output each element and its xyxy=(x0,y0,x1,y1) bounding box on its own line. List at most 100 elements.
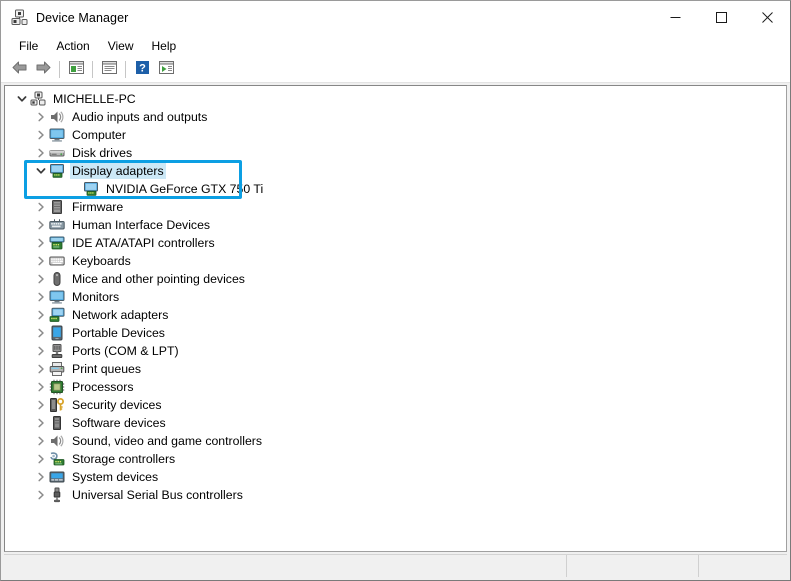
tree-node[interactable]: Print queues xyxy=(5,360,786,378)
tree-node[interactable]: Network adapters xyxy=(5,306,786,324)
tree-node[interactable]: IDE ATA/ATAPI controllers xyxy=(5,234,786,252)
chevron-right-icon[interactable] xyxy=(33,450,49,468)
firmware-icon xyxy=(49,199,65,215)
menu-action[interactable]: Action xyxy=(47,37,98,55)
toolbar-separator xyxy=(92,61,93,78)
tree-node-label: NVIDIA GeForce GTX 750 Ti xyxy=(106,182,264,196)
tree-node-label: MICHELLE-PC xyxy=(53,92,136,106)
menu-help[interactable]: Help xyxy=(143,37,186,55)
tree-node-label: Computer xyxy=(72,128,126,142)
speaker-icon xyxy=(49,433,65,449)
window-controls xyxy=(652,1,790,34)
chevron-right-icon[interactable] xyxy=(33,234,49,252)
system-device-icon xyxy=(49,469,65,485)
status-cell-a xyxy=(567,555,699,577)
disk-drive-icon xyxy=(49,145,65,161)
forward-arrow-icon xyxy=(35,60,52,80)
ide-controller-icon xyxy=(49,235,65,251)
chevron-right-icon[interactable] xyxy=(33,342,49,360)
tree-node[interactable]: Processors xyxy=(5,378,786,396)
tree-node[interactable]: Security devices xyxy=(5,396,786,414)
security-device-icon xyxy=(49,397,65,413)
menu-file[interactable]: File xyxy=(10,37,47,55)
menu-bar: File Action View Help xyxy=(1,34,790,57)
chevron-right-icon[interactable] xyxy=(33,252,49,270)
toolbar: ? xyxy=(1,57,790,83)
tree-node[interactable]: Audio inputs and outputs xyxy=(5,108,786,126)
toolbar-separator xyxy=(59,61,60,78)
chevron-right-icon[interactable] xyxy=(33,126,49,144)
tree-node[interactable]: Storage controllers xyxy=(5,450,786,468)
chevron-right-icon[interactable] xyxy=(33,396,49,414)
tree-node-label: Storage controllers xyxy=(72,452,176,466)
chevron-down-icon[interactable] xyxy=(33,162,49,180)
status-cell-b xyxy=(699,555,787,577)
tree-node[interactable]: Software devices xyxy=(5,414,786,432)
chevron-right-icon[interactable] xyxy=(33,198,49,216)
tree-node-label: Universal Serial Bus controllers xyxy=(72,488,243,502)
tree-node[interactable]: Sound, video and game controllers xyxy=(5,432,786,450)
tree-root-node[interactable]: MICHELLE-PC xyxy=(5,90,786,108)
chevron-right-icon[interactable] xyxy=(33,306,49,324)
back-arrow-icon xyxy=(11,60,28,80)
scan-hardware-changes-button[interactable] xyxy=(154,59,178,81)
tree-node-label: Portable Devices xyxy=(72,326,165,340)
chevron-right-icon[interactable] xyxy=(33,378,49,396)
device-manager-icon xyxy=(11,9,28,26)
minimize-button[interactable] xyxy=(652,1,698,34)
tree-node[interactable]: Ports (COM & LPT) xyxy=(5,342,786,360)
tree-node[interactable]: Display adapters xyxy=(5,162,786,180)
chevron-right-icon[interactable] xyxy=(33,324,49,342)
status-bar xyxy=(4,554,787,577)
tree-node[interactable]: Universal Serial Bus controllers xyxy=(5,486,786,504)
scan-hardware-icon xyxy=(158,60,175,80)
tree-node[interactable]: Firmware xyxy=(5,198,786,216)
tree-panel-wrapper: MICHELLE-PC Audio inputs and outputs Compu… xyxy=(1,83,790,552)
toolbar-separator xyxy=(125,61,126,78)
tree-child-node[interactable]: NVIDIA GeForce GTX 750 Ti xyxy=(5,180,786,198)
tree-node[interactable]: Disk drives xyxy=(5,144,786,162)
tree-node-label: System devices xyxy=(72,470,159,484)
help-button[interactable]: ? xyxy=(130,59,154,81)
back-button[interactable] xyxy=(7,59,31,81)
port-icon xyxy=(49,343,65,359)
forward-button[interactable] xyxy=(31,59,55,81)
close-button[interactable] xyxy=(744,1,790,34)
maximize-button[interactable] xyxy=(698,1,744,34)
status-main-cell xyxy=(4,555,567,577)
console-tree-icon xyxy=(68,60,85,80)
tree-node-label: Software devices xyxy=(72,416,166,430)
chevron-right-icon[interactable] xyxy=(33,414,49,432)
chevron-right-icon[interactable] xyxy=(33,288,49,306)
tree-node-label: Processors xyxy=(72,380,134,394)
tree-node[interactable]: Portable Devices xyxy=(5,324,786,342)
usb-controller-icon xyxy=(49,487,65,503)
tree-node[interactable]: System devices xyxy=(5,468,786,486)
software-device-icon xyxy=(49,415,65,431)
chevron-right-icon[interactable] xyxy=(33,108,49,126)
tree-node[interactable]: Keyboards xyxy=(5,252,786,270)
chevron-right-icon[interactable] xyxy=(33,468,49,486)
menu-view[interactable]: View xyxy=(99,37,143,55)
properties-button[interactable] xyxy=(97,59,121,81)
chevron-right-icon[interactable] xyxy=(33,360,49,378)
chevron-right-icon[interactable] xyxy=(33,486,49,504)
chevron-right-icon[interactable] xyxy=(33,432,49,450)
tree-node-label: Print queues xyxy=(72,362,142,376)
tree-node-label: Disk drives xyxy=(72,146,133,160)
chevron-right-icon[interactable] xyxy=(33,270,49,288)
tree-node[interactable]: Mice and other pointing devices xyxy=(5,270,786,288)
tree-node[interactable]: Monitors xyxy=(5,288,786,306)
monitor-icon xyxy=(49,289,65,305)
device-tree[interactable]: MICHELLE-PC Audio inputs and outputs Compu… xyxy=(4,85,787,552)
chevron-right-icon[interactable] xyxy=(33,144,49,162)
tree-node[interactable]: Computer xyxy=(5,126,786,144)
chevron-right-icon[interactable] xyxy=(33,216,49,234)
tree-node[interactable]: Human Interface Devices xyxy=(5,216,786,234)
tree-node-label: Ports (COM & LPT) xyxy=(72,344,179,358)
chevron-down-icon[interactable] xyxy=(14,90,30,108)
show-hide-console-tree-button[interactable] xyxy=(64,59,88,81)
tree-node-label: Human Interface Devices xyxy=(72,218,211,232)
properties-icon xyxy=(101,60,118,80)
